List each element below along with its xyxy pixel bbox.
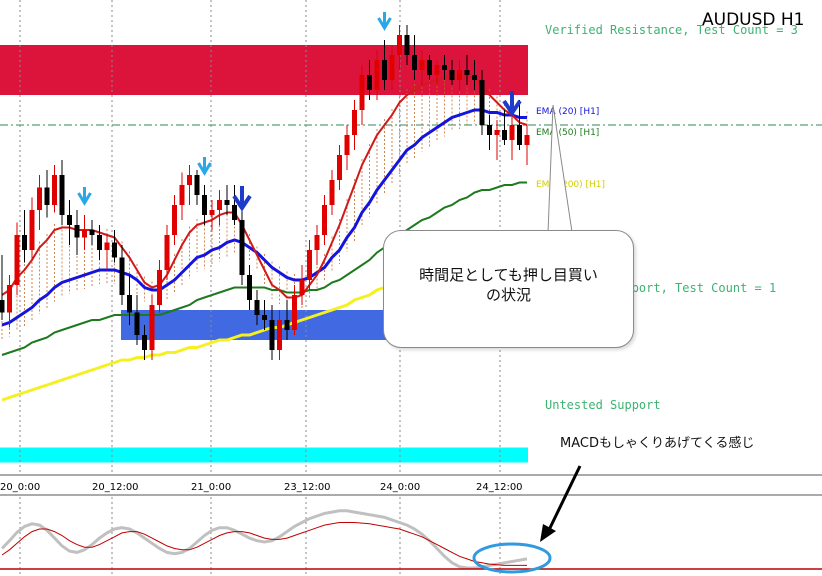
candle-body bbox=[427, 60, 432, 75]
candle-body bbox=[134, 312, 140, 335]
callout-line-2: の状況 bbox=[485, 286, 531, 304]
candle-body bbox=[59, 175, 65, 215]
candle-body bbox=[509, 125, 515, 140]
candle-body bbox=[104, 242, 110, 250]
candle-body bbox=[37, 187, 42, 210]
candle-body bbox=[487, 125, 492, 135]
candle-body bbox=[119, 257, 125, 295]
candle-body bbox=[479, 80, 485, 125]
candle-body bbox=[67, 215, 72, 225]
candle-body bbox=[449, 70, 455, 80]
highlight-ellipse bbox=[472, 542, 552, 574]
candle-body bbox=[157, 270, 162, 305]
candle-body bbox=[269, 320, 275, 350]
resistance-zone bbox=[0, 45, 528, 95]
macd-main-line bbox=[0, 509, 528, 570]
x-axis-label: 21_0:00 bbox=[191, 482, 231, 493]
candle-body bbox=[329, 180, 335, 205]
pointer-arrow-shaft bbox=[546, 465, 582, 533]
candle-body bbox=[14, 235, 20, 285]
candle-body bbox=[374, 60, 380, 90]
candle-body bbox=[7, 285, 12, 313]
candle-body bbox=[344, 135, 350, 155]
candle-body bbox=[247, 275, 252, 300]
ema20-label: EMA (20) [H1] bbox=[536, 107, 599, 117]
candle-body bbox=[97, 235, 102, 250]
candle-body bbox=[404, 35, 410, 55]
candle-body bbox=[82, 230, 87, 238]
signal-arrow-down bbox=[197, 157, 212, 176]
candle-body bbox=[524, 135, 530, 145]
candle-body bbox=[367, 75, 372, 90]
candle-body bbox=[202, 195, 207, 215]
candle-body bbox=[299, 280, 305, 295]
callout-pointer bbox=[547, 104, 573, 234]
candle-body bbox=[209, 210, 215, 215]
candle-body bbox=[112, 242, 117, 258]
candle-body bbox=[434, 65, 440, 75]
untested-support-zone bbox=[0, 447, 528, 463]
candle-body bbox=[472, 75, 477, 80]
candle-body bbox=[307, 250, 312, 280]
candle-body bbox=[277, 320, 282, 350]
candle-body bbox=[337, 155, 342, 180]
candle-body bbox=[419, 60, 425, 70]
candle-body bbox=[74, 225, 80, 238]
candle-body bbox=[44, 187, 50, 205]
candle-body bbox=[262, 315, 267, 320]
chart-window: Verified Resistance, Test Count = 3 Untes… bbox=[0, 0, 822, 576]
candle-body bbox=[389, 55, 395, 80]
candle-body bbox=[284, 320, 290, 330]
x-axis-label: 24_12:00 bbox=[476, 482, 523, 493]
candle-body bbox=[314, 235, 320, 250]
candle-body bbox=[322, 205, 327, 235]
x-axis-label: 20_12:00 bbox=[92, 482, 139, 493]
candle-body bbox=[464, 70, 470, 75]
signal-arrow-down bbox=[377, 12, 392, 31]
candle-body bbox=[127, 295, 132, 313]
pointer-arrow-head bbox=[540, 524, 556, 542]
callout-line-1: 時間足としても押し目買い bbox=[419, 266, 598, 284]
ema200-label: EMA (200) [H1] bbox=[536, 180, 605, 190]
candle-body bbox=[502, 130, 507, 140]
symbol-title: AUDUSD H1 bbox=[702, 10, 805, 30]
candle-body bbox=[89, 230, 95, 235]
candle-body bbox=[217, 200, 222, 210]
candle-body bbox=[224, 200, 230, 205]
candle-body bbox=[254, 300, 260, 315]
candle-body bbox=[179, 185, 185, 205]
candle-body bbox=[352, 110, 357, 135]
untested-support-label: Untested Support bbox=[545, 398, 661, 412]
candle-body bbox=[494, 130, 500, 135]
candle-body bbox=[442, 65, 447, 70]
candle-body bbox=[0, 300, 5, 313]
candle-body bbox=[194, 175, 200, 195]
x-axis-label: 24_0:00 bbox=[380, 482, 420, 493]
candle-body bbox=[382, 60, 387, 80]
candle-body bbox=[292, 295, 297, 330]
candle-body bbox=[457, 70, 462, 80]
candle-body bbox=[397, 35, 402, 55]
x-axis-label: 20_0:00 bbox=[0, 482, 40, 493]
candle-body bbox=[164, 235, 170, 270]
ema50-label: EMA (50) [H1] bbox=[536, 128, 599, 138]
candle-body bbox=[517, 125, 522, 145]
callout-bubble: 時間足としても押し目買い の状況 bbox=[383, 230, 634, 348]
signal-arrow-down bbox=[77, 187, 92, 206]
x-axis-label: 23_12:00 bbox=[284, 482, 331, 493]
candle-body bbox=[22, 235, 27, 250]
macd-annotation: MACDもしゃくりあげてくる感じ bbox=[560, 436, 755, 451]
candle-body bbox=[52, 175, 57, 205]
big-arrow-down bbox=[232, 186, 252, 212]
candle-body bbox=[187, 175, 192, 185]
candle-body bbox=[232, 205, 237, 220]
candle-body bbox=[149, 305, 155, 350]
candle-body bbox=[142, 335, 147, 350]
candle-body bbox=[359, 75, 365, 110]
candle-body bbox=[239, 220, 245, 275]
candle-body bbox=[412, 55, 417, 70]
candle-body bbox=[29, 210, 35, 250]
candle-body bbox=[172, 205, 177, 235]
